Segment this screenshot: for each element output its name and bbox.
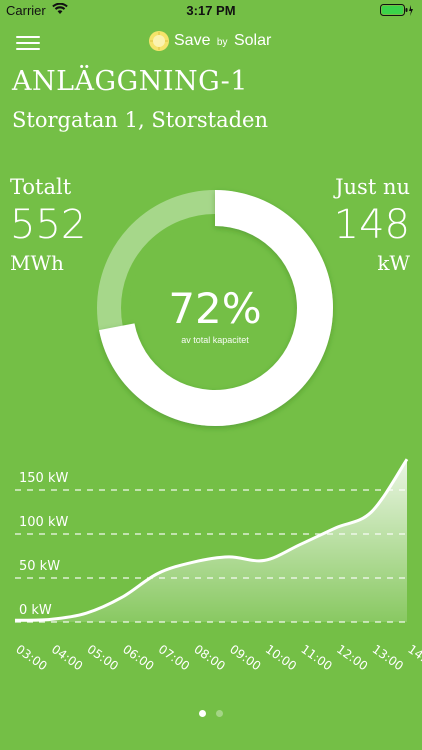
hamburger-menu-icon[interactable] — [16, 36, 40, 52]
y-tick-label: 150 kW — [19, 471, 68, 486]
current-power-stat: Just nu 148 kW — [334, 175, 410, 275]
save-by-solar-logo: Save by Solar — [148, 28, 271, 54]
y-tick-label: 50 kW — [19, 559, 60, 574]
total-unit: MWh — [10, 251, 64, 275]
donut-center: 72% av total kapacitet — [85, 283, 345, 345]
page-indicator — [0, 710, 422, 717]
x-tick-label: 09:00 — [227, 642, 263, 673]
y-tick-label: 100 kW — [19, 515, 68, 530]
total-value: 552 — [10, 202, 87, 248]
x-tick-label: 13:00 — [370, 642, 406, 673]
page-dot[interactable] — [199, 710, 206, 717]
current-value: 148 — [333, 202, 410, 248]
nav-bar: Save by Solar — [0, 26, 422, 58]
battery-charging-icon — [380, 4, 414, 20]
x-tick-label: 12:00 — [334, 642, 370, 673]
x-tick-label: 04:00 — [49, 642, 85, 673]
x-tick-label: 03:00 — [13, 642, 49, 673]
site-address: Storgatan 1, Storstaden — [12, 108, 268, 132]
current-unit: kW — [377, 251, 410, 275]
current-label: Just nu — [335, 175, 410, 199]
page-dot[interactable] — [216, 710, 223, 717]
capacity-percent: 72% — [168, 284, 262, 333]
status-bar: Carrier 3:17 PM — [0, 0, 422, 22]
x-tick-label: 06:00 — [120, 642, 156, 673]
total-label: Totalt — [10, 175, 72, 199]
x-tick-label: 11:00 — [298, 642, 334, 673]
status-time: 3:17 PM — [186, 3, 236, 18]
x-tick-label: 05:00 — [85, 642, 121, 673]
power-area-chart: 150 kW 100 kW 50 kW 0 kW 03:00 04:00 05:00 06:… — [13, 458, 422, 673]
x-tick-label: 08:00 — [191, 642, 227, 673]
sun-icon — [149, 31, 169, 51]
chart-area-fill — [15, 459, 407, 622]
logo-text: Save by Solar — [174, 32, 272, 49]
site-name: ANLÄGGNING-1 — [12, 66, 248, 97]
total-production-stat: Totalt 552 MWh — [10, 175, 86, 275]
capacity-caption: av total kapacitet — [181, 335, 249, 345]
x-tick-label: 10:00 — [263, 642, 299, 673]
y-tick-label: 0 kW — [19, 603, 52, 618]
x-tick-label: 14:00 — [405, 642, 422, 673]
x-tick-label: 07:00 — [156, 642, 192, 673]
